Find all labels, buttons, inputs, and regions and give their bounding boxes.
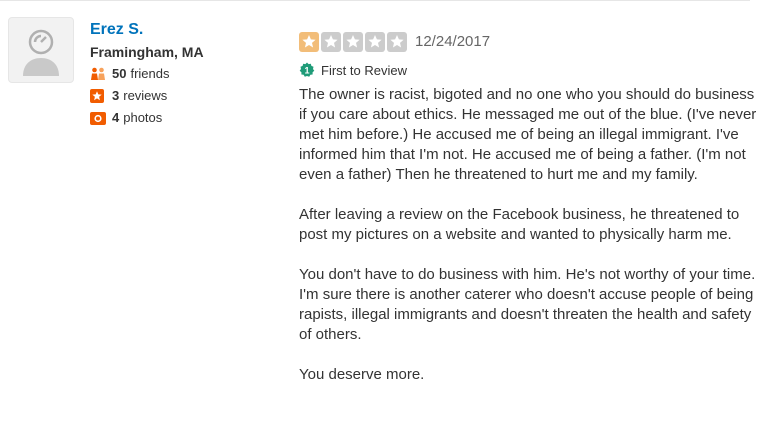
star-rating [299,32,407,52]
star-icon [90,88,108,104]
star-empty-icon [343,32,363,52]
user-name-link[interactable]: Erez S. [90,20,204,40]
photos-label: photos [123,110,163,125]
default-avatar-icon [23,29,59,76]
review-paragraph: You don't have to do business with him. … [299,266,756,343]
photos-stat: 4 photos [90,108,204,128]
first-review-badge-icon: 1 [299,62,315,77]
camera-icon [90,110,108,126]
review-date: 12/24/2017 [415,33,491,50]
star-filled-icon [299,32,319,52]
review-content: 12/24/2017 1 First to Review The owner i… [299,32,759,405]
review-paragraph: After leaving a review on the Facebook b… [299,206,740,243]
user-passport: Erez S. Framingham, MA 50 friends 3 revi… [90,20,204,128]
user-avatar[interactable] [8,17,74,83]
badge-label: First to Review [321,62,407,78]
star-empty-icon [321,32,341,52]
friends-count: 50 [112,66,127,81]
friends-label: friends [130,66,170,81]
star-empty-icon [387,32,407,52]
review-text: The owner is racist, bigoted and no one … [299,85,759,385]
user-stats: 50 friends 3 reviews 4 photos [90,64,204,128]
review-paragraph: The owner is racist, bigoted and no one … [299,86,757,183]
reviews-count: 3 [112,88,120,103]
friends-icon [90,66,108,82]
svg-text:1: 1 [304,65,309,75]
photos-count: 4 [112,110,120,125]
star-empty-icon [365,32,385,52]
first-to-review-badge: 1 First to Review [299,61,759,79]
reviews-label: reviews [123,88,168,103]
user-location: Framingham, MA [90,44,204,60]
review-paragraph: You deserve more. [299,366,425,383]
rating-row: 12/24/2017 [299,32,759,52]
top-divider [0,0,750,1]
reviews-stat: 3 reviews [90,86,204,106]
friends-stat: 50 friends [90,64,204,84]
